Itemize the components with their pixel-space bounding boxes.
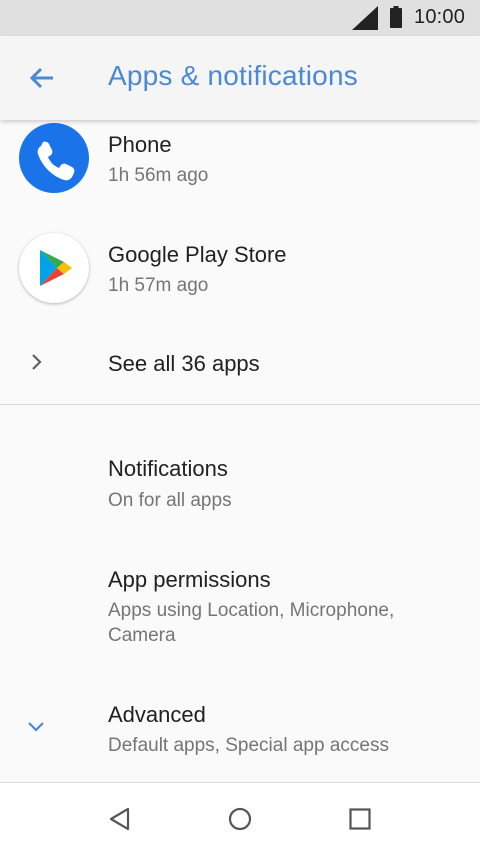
phone-app-icon (19, 123, 89, 193)
play-triangle-icon (40, 250, 72, 286)
nav-home-icon[interactable] (224, 803, 256, 835)
screen: 10:00 Apps & notifications Phone 1h 56m … (0, 0, 480, 854)
setting-summary: Default apps, Special app access (108, 735, 389, 756)
setting-title: Advanced (108, 702, 206, 727)
setting-advanced[interactable]: Advanced Default apps, Special app acces… (0, 686, 480, 776)
page-title: Apps & notifications (108, 60, 358, 91)
setting-app-permissions[interactable]: App permissions Apps using Location, Mic… (0, 551, 480, 661)
chevron-right-icon (32, 354, 42, 370)
app-name: Google Play Store (108, 242, 287, 267)
app-name: Phone (108, 132, 172, 157)
status-time: 10:00 (414, 6, 466, 28)
play-store-icon (19, 233, 89, 303)
cell-signal-icon (352, 6, 378, 30)
app-last-used: 1h 56m ago (108, 165, 209, 186)
recent-app-play-store[interactable]: Google Play Store 1h 57m ago (0, 220, 480, 330)
section-divider (0, 404, 480, 405)
setting-summary-line2: Camera (108, 625, 176, 646)
chevron-down-icon (28, 722, 44, 732)
app-last-used: 1h 57m ago (108, 275, 209, 296)
app-bar: Apps & notifications (0, 36, 480, 120)
navigation-bar (0, 782, 480, 854)
battery-icon (390, 6, 402, 28)
settings-list: Phone 1h 56m ago Google Play Store 1h 57… (0, 120, 480, 782)
setting-title: App permissions (108, 567, 271, 592)
setting-notifications[interactable]: Notifications On for all apps (0, 440, 480, 530)
phone-handset-icon (37, 141, 75, 181)
setting-summary: On for all apps (108, 490, 232, 511)
arrow-back-icon[interactable] (22, 58, 62, 98)
nav-back-icon[interactable] (103, 803, 135, 835)
see-all-apps-row[interactable]: See all 36 apps (0, 330, 480, 404)
see-all-label: See all 36 apps (108, 351, 260, 376)
setting-title: Notifications (108, 456, 228, 481)
nav-recents-icon[interactable] (344, 803, 376, 835)
recent-app-phone[interactable]: Phone 1h 56m ago (0, 120, 480, 220)
setting-summary-line1: Apps using Location, Microphone, (108, 600, 395, 621)
status-bar: 10:00 (0, 0, 480, 36)
